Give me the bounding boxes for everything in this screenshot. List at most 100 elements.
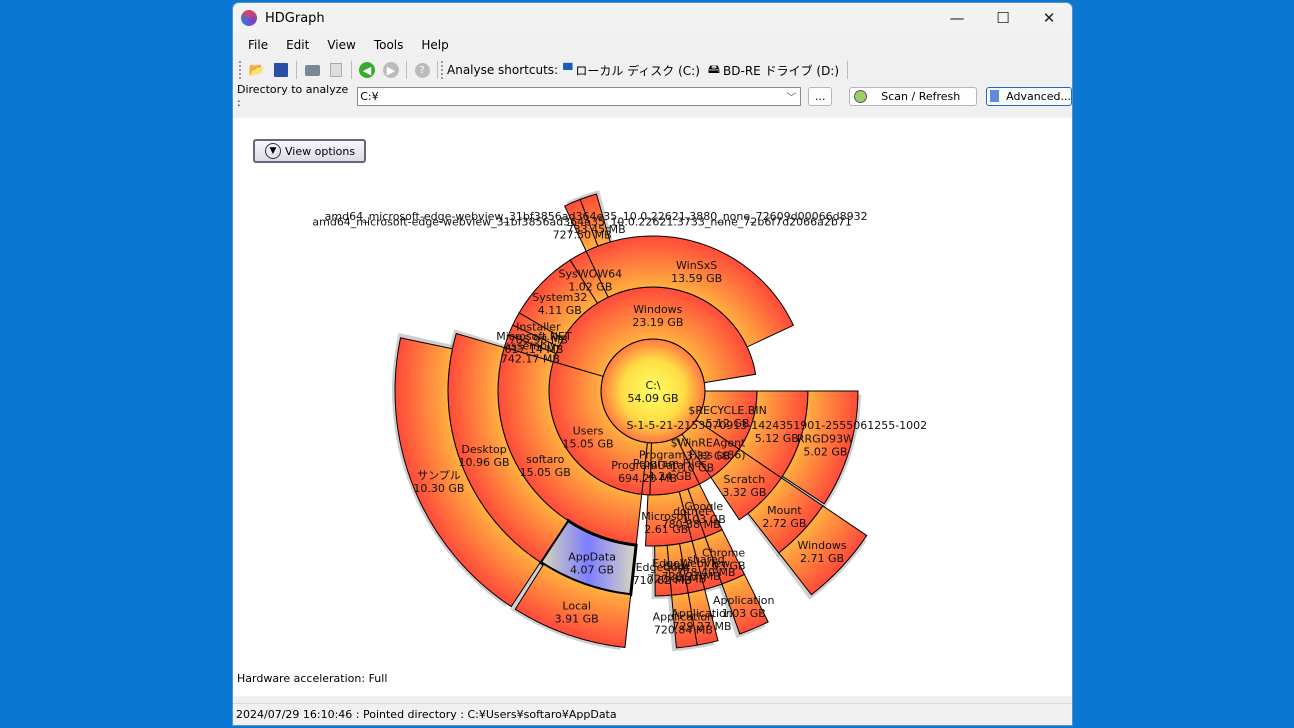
segment-name-label: Users: [573, 424, 604, 437]
segment-size-label: 3.32 GB: [722, 486, 766, 499]
segment-size-label: 15.05 GB: [563, 437, 614, 450]
menu-edit[interactable]: Edit: [277, 38, 318, 52]
pie-chart-icon: [854, 89, 868, 103]
segment-name-label: EdgeCore: [636, 561, 689, 574]
sunburst-chart[interactable]: C:\54.09 GB $RECYCLE.BIN 5.12 GBS-1-5-21-2…: [233, 118, 1072, 696]
segment-name-label: Installer: [516, 321, 561, 334]
segment-name-label: Desktop: [461, 443, 506, 456]
window-title: HDGraph: [265, 10, 325, 26]
segment-name-label: RRGD93W: [797, 433, 854, 446]
segment-name-label: S-1-5-21-2153070913-1424351901-255506125…: [626, 419, 927, 432]
toolbar: 📂 ◀ ▶ ? Analyse shortcuts: ▀ ローカル ディスク (C…: [233, 57, 1072, 83]
open-folder-icon[interactable]: 📂: [248, 61, 266, 79]
app-icon: [241, 10, 257, 26]
title-bar: HDGraph — ☐ ✕: [233, 3, 1072, 33]
segment-name-label: AppData: [568, 550, 616, 563]
segment-size-label: 733.45 MB: [567, 223, 626, 236]
separator: [351, 61, 352, 79]
hdgraph-window: HDGraph — ☐ ✕ File Edit View Tools Help …: [232, 2, 1073, 726]
print-preview-icon[interactable]: [327, 61, 345, 79]
segment-size-label: 720.84 MB: [654, 623, 713, 636]
segment-name-label: SysWOW64: [559, 268, 623, 281]
advanced-icon: [990, 90, 1000, 102]
close-button[interactable]: ✕: [1026, 9, 1072, 27]
shortcut-local-label: ローカル ディスク (C:): [575, 63, 700, 78]
separator: [296, 61, 297, 79]
segment-name-label: amd64_microsoft-edge-webview_31bf3856ad3…: [325, 210, 868, 223]
segment-size-label: 785.98 MB: [509, 334, 568, 347]
segment-size-label: 15.05 GB: [520, 466, 571, 479]
separator: [406, 61, 407, 79]
help-icon[interactable]: ?: [413, 61, 431, 79]
analyse-shortcuts-label: Analyse shortcuts:: [447, 63, 559, 77]
forward-icon[interactable]: ▶: [382, 61, 400, 79]
directory-row: Directory to analyze : C:¥ ﹀ ... Scan / R…: [233, 83, 1072, 109]
segment-size-label: 2.61 GB: [644, 523, 688, 536]
view-options-button[interactable]: ▼ View options: [253, 139, 366, 163]
browse-label: ...: [815, 89, 826, 103]
minimize-button[interactable]: —: [934, 9, 980, 27]
shortcut-local-disk[interactable]: ▀ ローカル ディスク (C:): [563, 62, 700, 79]
advanced-label: Advanced...: [1006, 89, 1071, 103]
segment-size-label: 5.02 GB: [803, 446, 847, 459]
segment-size-label: 13.59 GB: [671, 272, 722, 285]
segment-size-label: 54.09 GB: [627, 392, 678, 405]
segment-name-label: WinSxS: [676, 259, 717, 272]
segment-name-label: $WinREAgent: [671, 436, 747, 449]
optical-drive-icon: 🖴: [707, 61, 721, 76]
status-bar: 2024/07/29 16:10:46 : Pointed directory …: [233, 703, 1072, 725]
directory-input[interactable]: C:¥ ﹀: [357, 86, 802, 106]
menu-tools[interactable]: Tools: [365, 38, 413, 52]
chevron-down-icon: ▼: [265, 143, 281, 159]
segment-size-label: 10.30 GB: [413, 482, 464, 495]
status-text: 2024/07/29 16:10:46 : Pointed directory …: [236, 708, 617, 721]
view-options-label: View options: [285, 144, 356, 158]
segment-name-label: Microsoft: [641, 510, 692, 523]
segment-name-label: Application: [713, 594, 774, 607]
segment-name-label: ProgramData: [611, 459, 684, 472]
menu-file[interactable]: File: [239, 38, 277, 52]
segment-name-label: softaro: [526, 453, 564, 466]
segment-size-label: 10.96 GB: [459, 456, 510, 469]
segment-name-label: $RECYCLE.BIN: [688, 404, 766, 417]
toolbar-grip[interactable]: [441, 61, 444, 79]
menu-view[interactable]: View: [318, 38, 364, 52]
menu-bar: File Edit View Tools Help: [233, 33, 1072, 57]
segment-size-label: 2.71 GB: [800, 552, 844, 565]
print-icon[interactable]: [303, 61, 321, 79]
segment-size-label: 4.07 GB: [570, 563, 614, 576]
scan-refresh-label: Scan / Refresh: [881, 89, 961, 103]
hardware-acceleration-text: Hardware acceleration: Full: [237, 672, 388, 685]
maximize-button[interactable]: ☐: [980, 9, 1026, 27]
segment-name-label: サンプル: [417, 469, 461, 482]
directory-value: C:¥: [360, 89, 379, 103]
segment-name-label: Windows: [633, 303, 682, 316]
menu-help[interactable]: Help: [412, 38, 457, 52]
save-icon[interactable]: [272, 61, 290, 79]
segment-size-label: 4.11 GB: [538, 304, 582, 317]
directory-label: Directory to analyze :: [237, 83, 349, 109]
chart-area: C:\ 54.09 GB $RECYCLE.BIN 5.12 GB S-1-5-21-2…: [233, 118, 1072, 696]
drive-icon: ▀: [563, 63, 573, 77]
segment-size-label: 23.19 GB: [632, 316, 683, 329]
segment-name-label: Mount: [767, 504, 802, 517]
chevron-down-icon[interactable]: ﹀: [786, 89, 796, 104]
segment-name-label: Application: [653, 610, 714, 623]
separator: [847, 61, 849, 79]
advanced-button[interactable]: Advanced...: [986, 86, 1072, 106]
segment-name-label: Scratch: [724, 473, 766, 486]
segment-name-label: Local: [562, 600, 591, 613]
browse-button[interactable]: ...: [808, 86, 833, 106]
segment-size-label: 3.91 GB: [555, 613, 599, 626]
segment-size-label: 1.02 GB: [568, 281, 612, 294]
shortcut-bd-label: BD-RE ドライブ (D:): [723, 63, 840, 78]
toolbar-grip[interactable]: [239, 61, 242, 79]
separator: [437, 61, 438, 79]
segment-name-label: Windows: [797, 539, 846, 552]
segment-size-label: 694.20 MB: [618, 472, 677, 485]
shortcut-bd-drive[interactable]: 🖴 BD-RE ドライブ (D:): [708, 60, 839, 81]
segment-name-label: C:\: [645, 379, 660, 392]
scan-refresh-button[interactable]: Scan / Refresh: [849, 86, 977, 106]
back-icon[interactable]: ◀: [358, 61, 376, 79]
segment-size-label: 5.12 GB: [755, 432, 799, 445]
